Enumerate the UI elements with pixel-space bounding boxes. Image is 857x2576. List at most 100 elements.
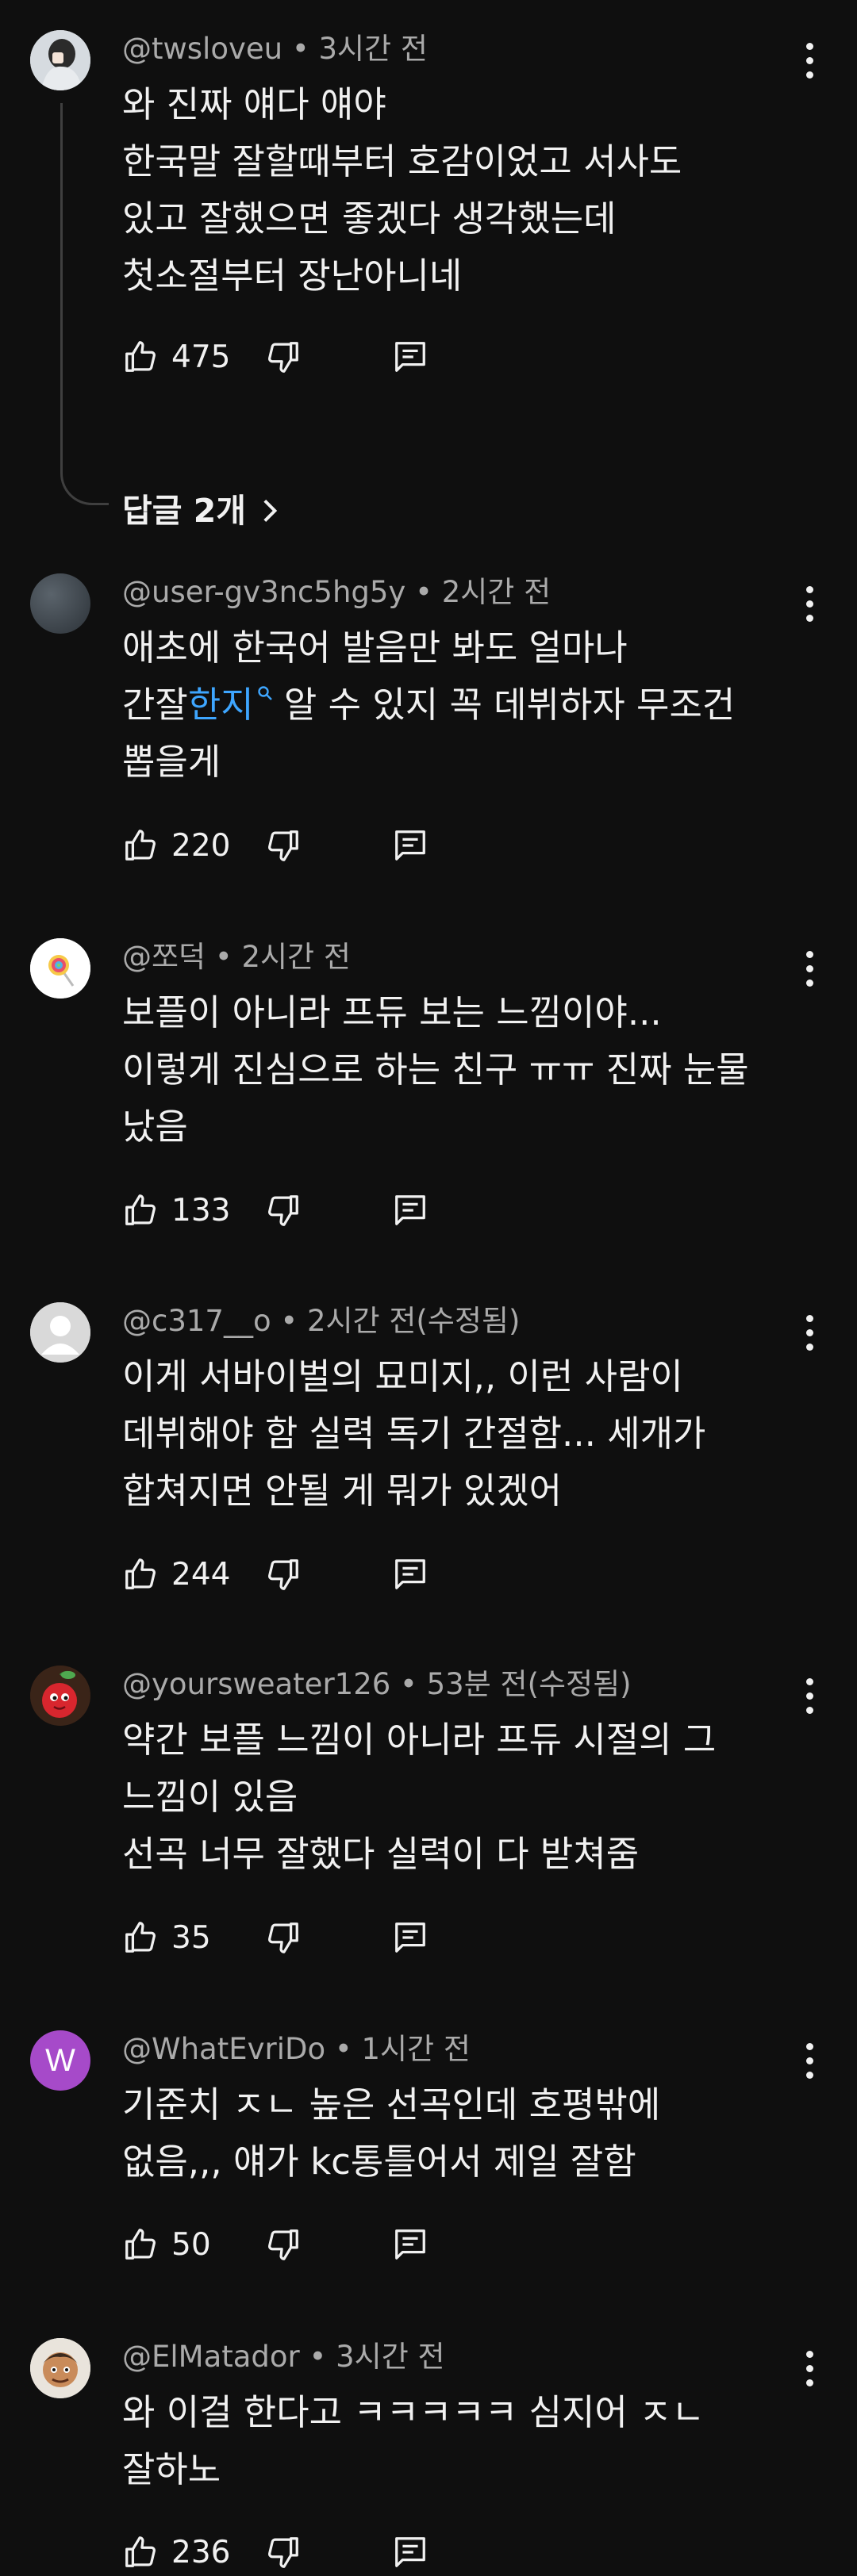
- comment-meta: @쪼덕 • 2시간 전: [122, 938, 351, 976]
- comment-author[interactable]: @c317__o: [122, 1304, 271, 1338]
- more-vert-icon: [805, 2350, 813, 2358]
- like-count: 133: [171, 1192, 231, 1229]
- reply-button[interactable]: [392, 1551, 428, 1598]
- dislike-button[interactable]: [265, 1551, 302, 1598]
- more-options-button[interactable]: [795, 2038, 824, 2083]
- comment-author[interactable]: @user-gv3nc5hg5y: [122, 575, 405, 609]
- avatar[interactable]: [30, 30, 90, 90]
- comment-line: 있고 잘했으면 좋겠다 생각했는데: [122, 197, 617, 240]
- comment-time: 53분 전(수정됨): [426, 1667, 632, 1701]
- comment-line: 합쳐지면 안될 게 뭐가 있겠어: [122, 1470, 563, 1512]
- like-button[interactable]: 50: [122, 2221, 211, 2268]
- comment-text: 와 진짜 얘다 얘야 한국말 잘할때부터 호감이었고 서사도 있고 잘했으면 좋…: [122, 76, 773, 305]
- reply-button[interactable]: [392, 2528, 428, 2576]
- avatar[interactable]: [30, 2338, 90, 2398]
- meta-separator: •: [299, 2340, 336, 2374]
- dislike-button[interactable]: [265, 2528, 302, 2576]
- view-replies-button[interactable]: 답글 2개: [122, 487, 281, 535]
- more-options-button[interactable]: [795, 1310, 824, 1355]
- dislike-icon: [268, 830, 298, 861]
- avatar[interactable]: W: [30, 2030, 90, 2091]
- comment-author[interactable]: @twsloveu: [122, 32, 282, 66]
- reply-icon: [395, 2229, 425, 2260]
- comment-line: 잘하노: [122, 2448, 221, 2490]
- more-vert-icon: [805, 1314, 813, 1322]
- comment-actions: 133: [122, 1186, 519, 1234]
- comment-text: 애초에 한국어 발음만 봐도 얼마나 간잘한지 알 수 있지 꼭 데뷔하자 무조…: [122, 619, 773, 791]
- more-vert-icon: [805, 950, 813, 958]
- reply-icon: [395, 342, 425, 372]
- like-button[interactable]: 244: [122, 1551, 230, 1598]
- comment-line: 와 이걸 한다고 ㅋㅋㅋㅋㅋ 심지어 ㅈㄴ: [122, 2391, 705, 2433]
- dislike-button[interactable]: [265, 1186, 302, 1234]
- dislike-button[interactable]: [265, 822, 302, 869]
- comment-line: 이게 서바이벌의 묘미지,, 이런 사람이: [122, 1355, 683, 1397]
- comment-author[interactable]: @WhatEvriDo: [122, 2032, 325, 2066]
- comment-line: 뽑을게: [122, 741, 221, 783]
- comment-actions: 236: [122, 2528, 519, 2576]
- comment-meta: @twsloveu • 3시간 전: [122, 30, 428, 68]
- more-options-button[interactable]: [795, 1673, 824, 1718]
- comment-author[interactable]: @쪼덕: [122, 940, 206, 974]
- comment-author[interactable]: @yoursweater126: [122, 1667, 390, 1701]
- comment-actions: 220: [122, 822, 519, 869]
- comment-line: 보플이 아니라 프듀 보는 느낌이야...: [122, 991, 662, 1033]
- more-options-button[interactable]: [795, 946, 824, 991]
- comment-text: 기준치 ㅈㄴ 높은 선곡인데 호평밖에 없음,,, 얘가 kc통틀어서 제일 잘…: [122, 2076, 773, 2191]
- comment-line: 데뷔해야 함 실력 독기 간절함... 세개가: [122, 1413, 706, 1455]
- like-button[interactable]: 220: [122, 822, 230, 869]
- like-count: 35: [171, 1919, 211, 1956]
- comment-actions: 475: [122, 333, 519, 381]
- comment-actions: 35: [122, 1914, 519, 1961]
- like-count: 220: [171, 827, 231, 864]
- more-options-button[interactable]: [795, 581, 824, 626]
- comment-time: 2시간 전(수정됨): [306, 1304, 521, 1338]
- comment-text: 보플이 아니라 프듀 보는 느낌이야... 이렇게 진심으로 하는 친구 ㅠㅠ …: [122, 984, 773, 1156]
- dislike-icon: [268, 342, 298, 373]
- meta-separator: •: [325, 2032, 362, 2066]
- comment-line: 간잘한지 알 수 있지 꼭 데뷔하자 무조건: [122, 677, 773, 734]
- comment-time: 3시간 전: [318, 32, 428, 66]
- more-vert-icon: [805, 585, 813, 593]
- like-button[interactable]: 35: [122, 1914, 211, 1961]
- dislike-icon: [268, 1195, 298, 1226]
- like-icon: [125, 1558, 156, 1589]
- like-icon: [125, 830, 156, 861]
- like-button[interactable]: 133: [122, 1186, 230, 1234]
- more-options-button[interactable]: [795, 38, 824, 82]
- like-button[interactable]: 236: [122, 2528, 230, 2576]
- avatar[interactable]: [30, 938, 90, 999]
- like-button[interactable]: 475: [122, 333, 230, 381]
- meta-separator: •: [206, 940, 242, 974]
- reply-button[interactable]: [392, 2221, 428, 2268]
- reply-button[interactable]: [392, 333, 428, 381]
- comment-line: 약간 보플 느낌이 아니라 프듀 시절의 그: [122, 1719, 717, 1761]
- comment-line-part: 간잘: [122, 684, 188, 726]
- search-link[interactable]: 한지: [188, 684, 273, 726]
- letter-avatar-icon: W: [45, 2042, 75, 2078]
- comment-line: 한국말 잘할때부터 호감이었고 서사도: [122, 140, 682, 182]
- more-vert-icon: [805, 2042, 813, 2050]
- search-link-text: 한지: [187, 684, 254, 726]
- comment-item: @c317__o • 2시간 전(수정됨) 이게 서바이벌의 묘미지,, 이런 …: [0, 1302, 857, 1604]
- comment-author[interactable]: @ElMatador: [122, 2340, 300, 2374]
- reply-button[interactable]: [392, 1914, 428, 1961]
- comment-item: @yoursweater126 • 53분 전(수정됨) 약간 보플 느낌이 아…: [0, 1666, 857, 1967]
- reply-button[interactable]: [392, 822, 428, 869]
- comment-line-part: 알 수 있지 꼭 데뷔하자 무조건: [272, 684, 736, 726]
- comment-item: W @WhatEvriDo • 1시간 전 기준치 ㅈㄴ 높은 선곡인데 호평밖…: [0, 2030, 857, 2284]
- avatar[interactable]: [30, 573, 90, 634]
- more-options-button[interactable]: [795, 2346, 824, 2390]
- avatar[interactable]: [30, 1666, 90, 1726]
- dislike-button[interactable]: [265, 333, 302, 381]
- reply-button[interactable]: [392, 1186, 428, 1234]
- comment-line: 없음,,, 얘가 kc통틀어서 제일 잘함: [122, 2141, 636, 2183]
- avatar[interactable]: [30, 1302, 90, 1363]
- comment-item: @user-gv3nc5hg5y • 2시간 전 애초에 한국어 발음만 봐도 …: [0, 573, 857, 875]
- dislike-icon: [268, 2229, 298, 2260]
- chevron-right-icon: [263, 499, 278, 523]
- dislike-icon: [268, 1922, 298, 1953]
- dislike-button[interactable]: [265, 1914, 302, 1961]
- like-icon: [125, 1922, 156, 1953]
- dislike-button[interactable]: [265, 2221, 302, 2268]
